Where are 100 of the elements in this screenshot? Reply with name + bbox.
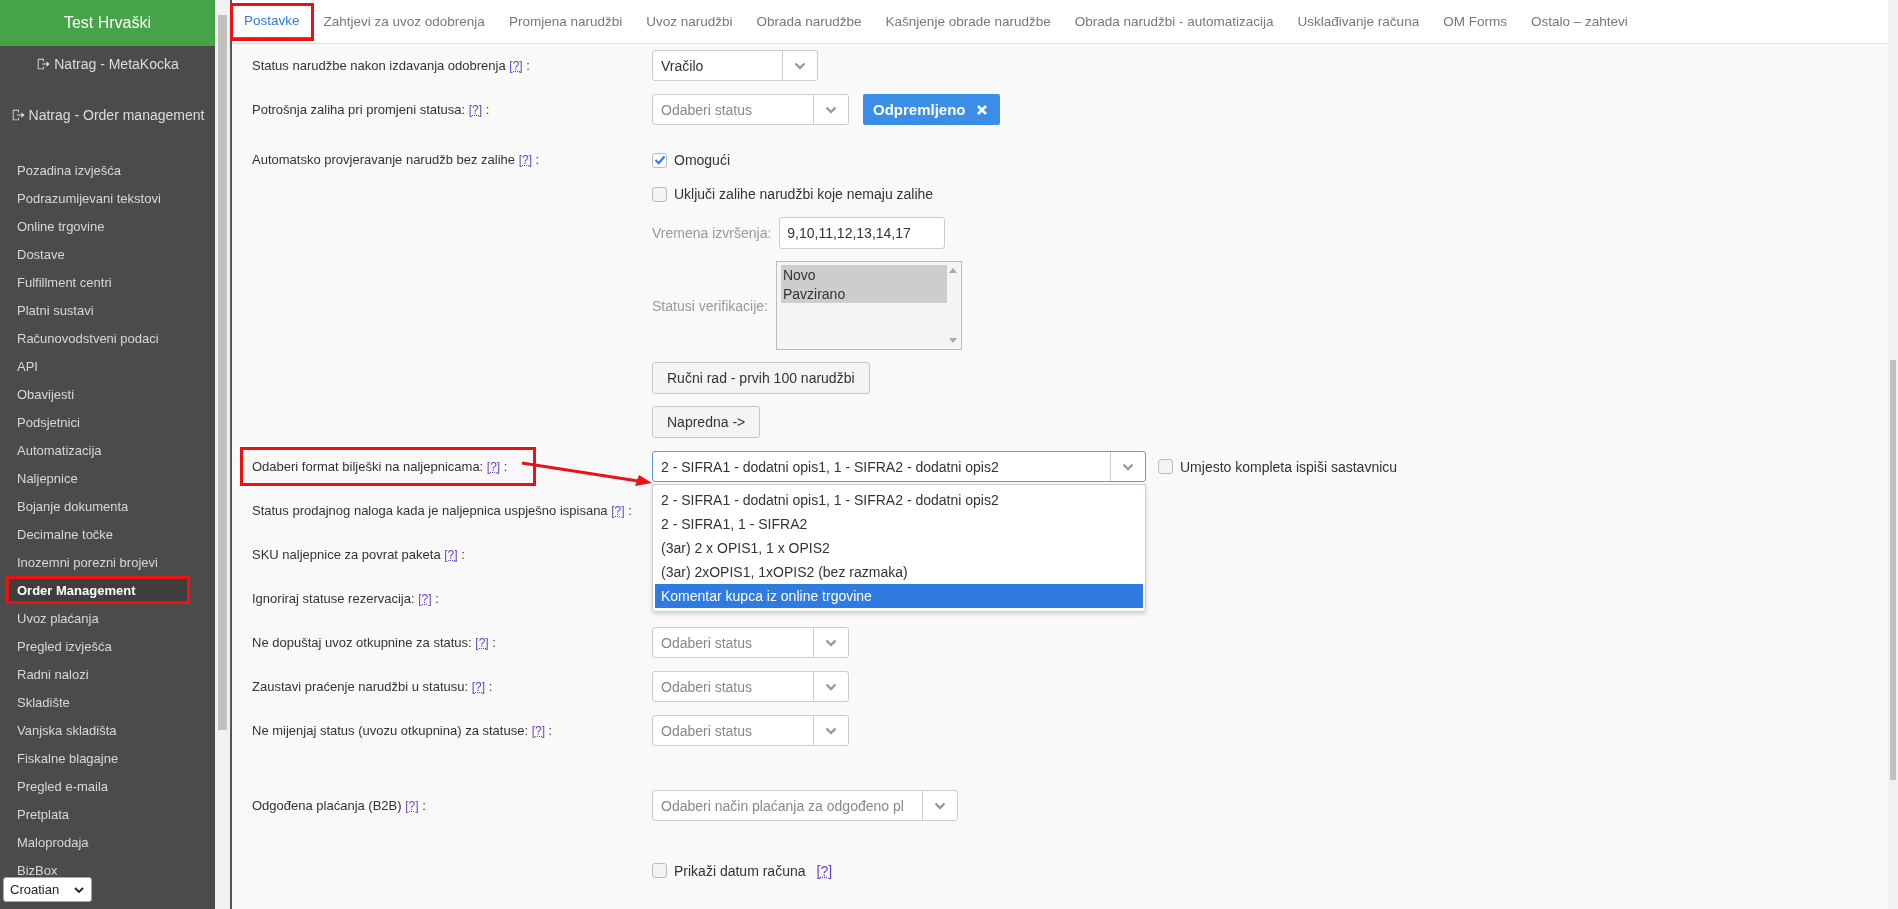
field-label: Ignoriraj statuse rezervacija: [?] :	[252, 591, 439, 606]
help-link[interactable]: [?]	[486, 460, 501, 474]
chevron-down-icon	[794, 61, 806, 70]
back-link[interactable]: Natrag - MetaKocka	[0, 46, 215, 82]
field-label: Zaustavi praćenje narudžbi u statusu: [?] :	[252, 679, 493, 694]
sidebar-item[interactable]: Maloprodaja	[0, 828, 215, 856]
exit-icon	[10, 108, 25, 122]
chevron-down-icon	[825, 726, 837, 735]
scroll-down-icon[interactable]	[948, 338, 957, 343]
help-link[interactable]: [?]	[611, 504, 625, 518]
tab[interactable]: Uvoz narudžbi	[634, 4, 745, 39]
dropdown-option[interactable]: 2 - SIFRA1, 1 - SIFRA2	[655, 512, 1143, 536]
checkbox-label: Umjesto kompleta ispiši sastavnicu	[1180, 458, 1398, 475]
checkbox[interactable]	[1158, 459, 1173, 474]
scroll-up-icon[interactable]	[948, 268, 957, 273]
checkbox[interactable]	[652, 863, 667, 878]
input-field[interactable]: 9,10,11,12,13,14,17	[779, 217, 946, 249]
field-label: Ne dopuštaj uvoz otkupnine za status: [?] :	[252, 635, 496, 650]
language-select[interactable]: Croatian	[3, 877, 92, 902]
action-button[interactable]: Ručni rad - prvih 100 narudžbi	[652, 362, 870, 394]
field-label: Vremena izvršenja:	[652, 225, 772, 241]
dropdown-option[interactable]: (3ar) 2xOPIS1, 1xOPIS2 (bez razmaka)	[655, 560, 1143, 584]
scrollbar[interactable]	[215, 0, 230, 909]
help-link[interactable]: [?]	[475, 636, 489, 650]
tab[interactable]: Kašnjenje obrade narudžbe	[873, 4, 1063, 39]
checkbox-label: Omogući	[674, 152, 731, 168]
select-field[interactable]: Odaberi status	[652, 94, 849, 125]
back-link[interactable]: Natrag - Order management	[0, 97, 215, 133]
tab[interactable]: Postavke	[232, 4, 312, 39]
sidebar-item[interactable]: Uvoz plaćanja	[0, 604, 215, 632]
sidebar-item[interactable]: Pretplata	[0, 800, 215, 828]
tab[interactable]: Ostalo – zahtevi	[1518, 4, 1640, 39]
sidebar-item[interactable]: Podrazumijevani tekstovi	[0, 184, 215, 212]
sidebar-item[interactable]: Fulfillment centri	[0, 268, 215, 296]
status-tag: Odpremljeno	[863, 94, 1000, 125]
help-link[interactable]: [?]	[531, 724, 545, 738]
list-option[interactable]: Pavzirano	[780, 284, 947, 303]
sidebar-item[interactable]: Radni nalozi	[0, 660, 215, 688]
sidebar-item[interactable]: Decimalne točke	[0, 520, 215, 548]
select-field[interactable]: Odaberi status	[652, 715, 849, 746]
sidebar-item[interactable]: API	[0, 352, 215, 380]
action-button[interactable]: Napredna ->	[652, 406, 761, 438]
help-link[interactable]: [?]	[468, 103, 483, 117]
sidebar-item[interactable]: Računovodstveni podaci	[0, 324, 215, 352]
field-label: Odgođena plaćanja (B2B) [?] :	[252, 798, 426, 813]
sidebar-item[interactable]: Platni sustavi	[0, 296, 215, 324]
select-field[interactable]: Vračilo	[652, 50, 818, 81]
dropdown-option[interactable]: Komentar kupca iz online trgovine	[655, 584, 1143, 608]
sidebar-item[interactable]: Order Management	[6, 576, 190, 604]
select-field[interactable]: Odaberi status	[652, 627, 849, 658]
sidebar-item[interactable]: Bojanje dokumenta	[0, 492, 215, 520]
list-box[interactable]: Novo Pavzirano	[775, 261, 962, 350]
field-label: Potrošnja zaliha pri promjeni statusa: [?] :	[252, 102, 490, 117]
chevron-down-icon	[825, 682, 837, 691]
checkbox[interactable]	[652, 152, 667, 168]
select-field[interactable]: Odaberi način plaćanja za odgođeno pl	[652, 790, 958, 821]
tab[interactable]: OM Forms	[1431, 4, 1519, 39]
help-link[interactable]: [?]	[518, 153, 532, 167]
sidebar-item[interactable]: Obavijesti	[0, 380, 215, 408]
tab[interactable]: Zahtjevi za uvoz odobrenja	[311, 4, 497, 39]
sidebar-item[interactable]: Naljepnice	[0, 464, 215, 492]
sidebar-item[interactable]: Skladište	[0, 688, 215, 716]
checkbox[interactable]	[652, 186, 667, 202]
checkbox-label: Prikaži datum računa	[674, 862, 806, 879]
tab[interactable]: Obrada narudžbi - automatizacija	[1062, 4, 1286, 39]
help-link[interactable]: [?]	[405, 799, 419, 813]
tab[interactable]: Usklađivanje računa	[1285, 4, 1432, 39]
chevron-down-icon	[1122, 462, 1134, 471]
field-label: SKU naljepnice za povrat paketa [?] :	[252, 547, 465, 562]
sidebar-item[interactable]: Pregled e-maila	[0, 772, 215, 800]
dropdown-option[interactable]: (3ar) 2 x OPIS1, 1 x OPIS2	[655, 536, 1143, 560]
field-label: Odaberi format bilješki na naljepnicama: [?] :	[240, 447, 537, 486]
tab[interactable]: Obrada narudžbe	[744, 4, 874, 39]
field-label: Statusi verifikacije:	[652, 297, 768, 314]
sidebar-item[interactable]: Inozemni porezni brojevi	[0, 548, 215, 576]
sidebar-item[interactable]: Dostave	[0, 240, 215, 268]
scrollbar[interactable]	[1888, 0, 1898, 909]
field-label: Status narudžbe nakon izdavanja odobrenja [?] :	[252, 58, 530, 73]
tab[interactable]: Promjena narudžbi	[496, 4, 635, 39]
sidebar-item[interactable]: Pozadina izvješća	[0, 156, 215, 184]
remove-icon[interactable]	[975, 103, 988, 116]
select-field[interactable]: 2 - SIFRA1 - dodatni opis1, 1 - SIFRA2 - dodatni opis2	[652, 451, 1146, 482]
sidebar-item[interactable]: Podsjetnici	[0, 408, 215, 436]
sidebar-item[interactable]: Automatizacija	[0, 436, 215, 464]
exit-icon	[36, 57, 51, 71]
sidebar-item[interactable]: Pregled izvješća	[0, 632, 215, 660]
help-link[interactable]: [?]	[509, 59, 523, 73]
help-link[interactable]: [?]	[816, 862, 833, 879]
help-link[interactable]: [?]	[444, 548, 458, 562]
sidebar-item[interactable]: Vanjska skladišta	[0, 716, 215, 744]
sidebar-item[interactable]: Fiskalne blagajne	[0, 744, 215, 772]
caret-icon	[74, 886, 84, 893]
field-label: Status prodajnog naloga kada je naljepnica uspješno ispisana [?] :	[252, 503, 632, 518]
sidebar-item[interactable]: Online trgovine	[0, 212, 215, 240]
select-field[interactable]: Odaberi status	[652, 671, 849, 702]
checkbox-label: Uključi zalihe narudžbi koje nemaju zalihe	[674, 186, 934, 202]
dropdown-option[interactable]: 2 - SIFRA1 - dodatni opis1, 1 - SIFRA2 - dodatni opis2	[655, 488, 1143, 512]
help-link[interactable]: [?]	[418, 592, 432, 606]
help-link[interactable]: [?]	[471, 680, 486, 694]
list-option[interactable]: Novo	[780, 265, 947, 284]
